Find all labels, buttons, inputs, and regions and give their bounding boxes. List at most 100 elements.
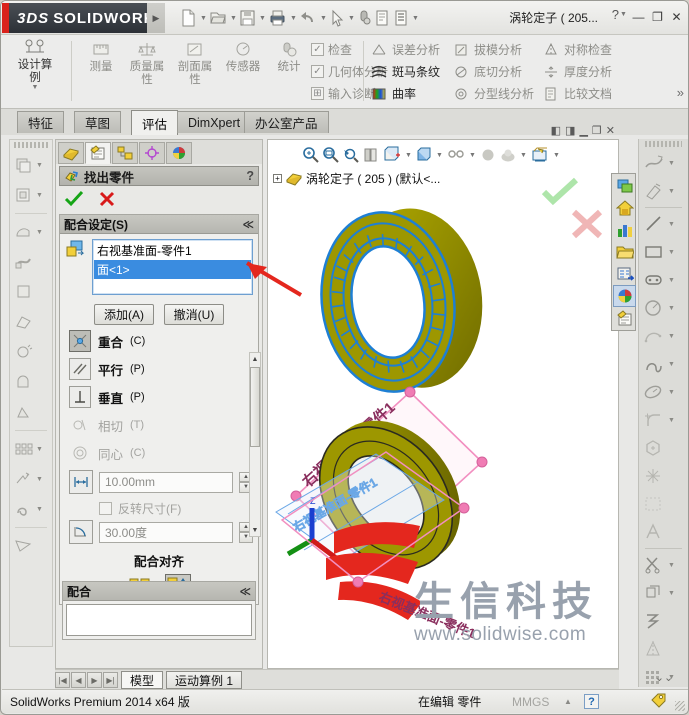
sketch-button[interactable]: ▼ [639,149,688,177]
scroll-up-arrow[interactable]: ▲ [250,353,260,365]
circle-caret[interactable]: ▼ [668,305,675,312]
options-button[interactable] [392,6,410,30]
ellipse-button[interactable]: ▼ [639,378,688,406]
mate-selection-box[interactable]: 右视基准面-零件1 面<1> [92,239,253,295]
ellipse-caret[interactable]: ▼ [668,389,675,396]
resize-grip[interactable] [675,701,685,711]
sketch-caret[interactable]: ▼ [668,160,675,167]
spline-caret[interactable]: ▼ [668,361,675,368]
left-tool-fillet[interactable] [10,367,52,397]
arc-caret[interactable]: ▼ [668,333,675,340]
line-button[interactable]: ▼ [639,210,688,238]
fillet-caret[interactable]: ▼ [668,417,675,424]
extruded-boss-caret[interactable]: ▼ [36,162,43,169]
ribbon-section-properties[interactable]: 剖面属 性 [171,39,219,86]
left-tool-linear-pattern[interactable]: ▼ [10,434,52,464]
ribbon-parting-line-analysis[interactable]: 分型线分析 [453,85,534,102]
help-button[interactable]: ? ▼ [612,7,628,22]
feature-manager-tab[interactable] [58,142,84,164]
tab-features[interactable]: 特征 [17,111,65,133]
ribbon-mass-properties[interactable]: 质量属 性 [123,39,171,86]
arc-button[interactable]: ▼ [639,322,688,350]
maximize-restore-button[interactable]: ❐ [648,7,667,26]
close-button[interactable]: ✕ [667,7,686,26]
print-document-button[interactable] [267,6,288,30]
view-palette-button[interactable] [613,175,636,197]
undo-caret[interactable]: ▼ [319,15,328,22]
tile-right-icon[interactable]: ◨ [565,124,575,137]
cancel-button[interactable] [98,190,116,208]
mate-type-perpendicular[interactable]: 垂直 (P) [65,383,253,411]
extruded-cut-caret[interactable]: ▼ [36,192,43,199]
model-tab[interactable]: 模型 [121,671,164,689]
graphics-restore-icon[interactable]: ❐ [592,124,602,137]
mate-settings-header[interactable]: 配合设定(S) ≪ [60,215,258,234]
mate-settings-collapse-icon[interactable]: ≪ [242,218,254,231]
mirror-button[interactable] [639,635,688,663]
left-toolbar-grip[interactable] [14,142,48,148]
units-label[interactable]: MMGS [512,695,549,709]
left-tool-instant3d[interactable] [10,337,52,367]
mates-collapse-icon[interactable]: ≪ [239,585,251,598]
dimxpert-manager-tab[interactable] [139,142,165,164]
display-manager-tab[interactable] [166,142,192,164]
status-help-button[interactable]: ? [584,694,599,709]
fillet-button[interactable]: ▼ [639,406,688,434]
configuration-manager-tab[interactable] [112,142,138,164]
rib-caret[interactable]: ▼ [36,476,43,483]
left-tool-swept-boss[interactable] [10,247,52,277]
trim-caret[interactable]: ▼ [668,562,675,569]
file-properties-button[interactable] [373,6,391,30]
ribbon-deviation-analysis[interactable]: 误差分析 [371,41,440,58]
open-document-caret[interactable]: ▼ [229,15,238,22]
first-tab-button[interactable]: |◀ [55,672,70,688]
scroll-down-arrow[interactable]: ▼ [250,524,260,536]
ribbon-symmetry-check[interactable]: 对称检查 [543,41,612,58]
model-viewport[interactable]: 右视基准面-零件1 右视基准面-零件1 Z [268,140,619,669]
curves-caret[interactable]: ▼ [36,506,43,513]
select-cursor-button[interactable] [328,6,346,30]
line-caret[interactable]: ▼ [668,221,675,228]
smart-dimension-button[interactable]: ▼ [639,177,688,205]
left-tool-boundary-boss[interactable] [10,307,52,337]
tile-left-icon[interactable]: ◧ [551,124,561,137]
design-study-caret[interactable]: ▼ [32,84,39,91]
ribbon-statistics[interactable]: 统计 [265,39,313,74]
point-button[interactable] [639,462,688,490]
ribbon-measure[interactable]: 测量 [77,39,125,74]
scroll-thumb[interactable] [250,367,260,447]
ribbon-design-study[interactable]: 设计算 例 ▼ [7,37,63,105]
linear-pattern-caret[interactable]: ▼ [36,446,43,453]
spline-button[interactable]: ▼ [639,350,688,378]
left-tool-extruded-cut[interactable]: ▼ [10,180,52,210]
search-button[interactable] [613,263,636,285]
slot-caret[interactable]: ▼ [668,277,675,284]
trim-button[interactable]: ▼ [639,551,688,579]
design-library-button[interactable] [613,219,636,241]
motion-study-tab[interactable]: 运动算例 1 [166,671,243,689]
left-tool-rib[interactable]: ▼ [10,464,52,494]
revolved-boss-caret[interactable]: ▼ [36,229,43,236]
left-tool-reference-geometry[interactable] [10,531,52,561]
undo-button[interactable]: 撤消(U) [164,304,224,325]
left-tool-curves[interactable]: ▼ [10,494,52,524]
left-tool-draft[interactable] [10,397,52,427]
ribbon-import-diagnostics[interactable]: ⊞ 输入诊断 [311,85,376,102]
file-explorer-button[interactable] [613,241,636,263]
last-tab-button[interactable]: ▶| [103,672,118,688]
new-document-button[interactable] [179,6,198,30]
hatch-button[interactable] [639,490,688,518]
convert-entities-button[interactable] [639,607,688,635]
view-palette-colors-button[interactable] [613,285,636,307]
selection-item-1[interactable]: 右视基准面-零件1 [94,241,251,260]
ribbon-zebra-stripes[interactable]: 斑马条纹 [371,63,440,80]
ribbon-thickness-analysis[interactable]: 厚度分析 [543,63,612,80]
ok-button[interactable] [64,190,84,208]
flip-dimension-row[interactable]: 反转尺寸(F) [99,500,253,517]
flip-dimension-checkbox[interactable] [99,502,112,515]
ribbon-overflow-button[interactable]: » [677,85,684,100]
angle-input[interactable]: 30.00度 [99,521,233,543]
ribbon-undercut-analysis[interactable]: 底切分析 [453,63,522,80]
open-document-button[interactable] [208,6,228,30]
property-manager-help-button[interactable]: ? [246,169,254,183]
